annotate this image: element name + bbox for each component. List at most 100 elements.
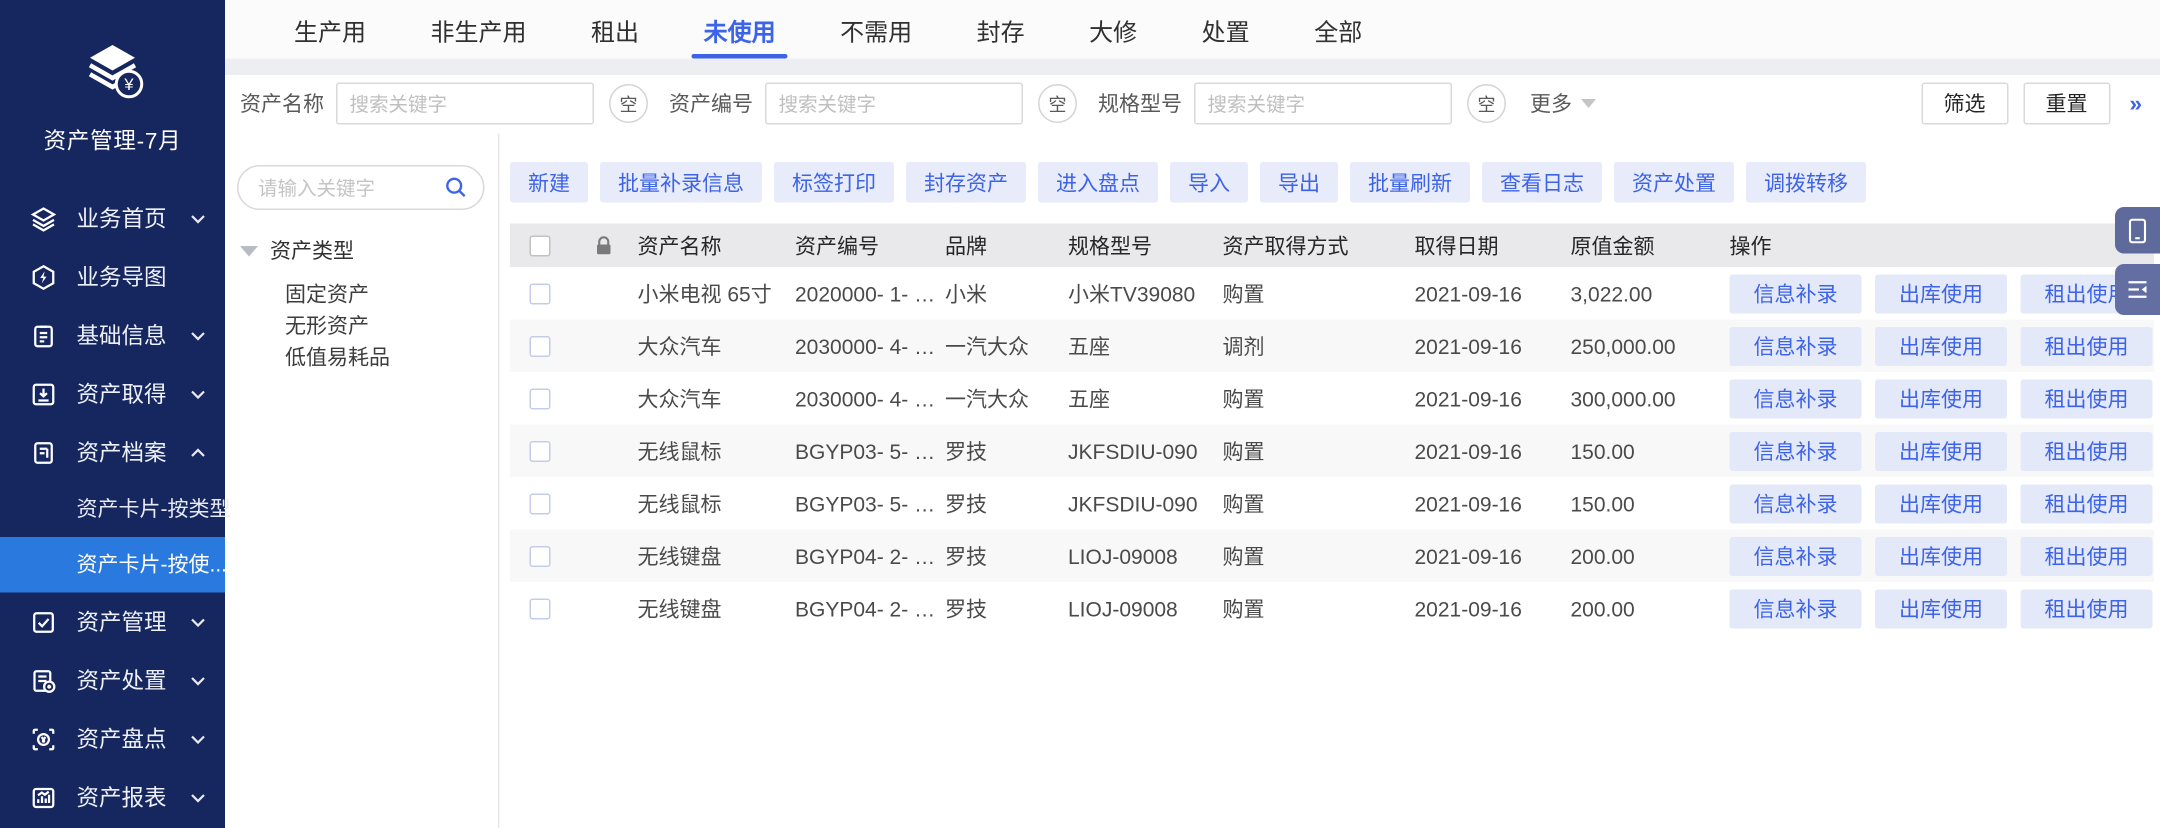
collapse-panel-button[interactable] [2115, 264, 2160, 315]
col-header-code: 资产编号 [795, 230, 945, 260]
chevron-up-icon [189, 443, 207, 461]
tab-item[interactable]: 非生产用 [431, 0, 527, 59]
tab-item[interactable]: 处置 [1202, 0, 1250, 59]
sidebar-item-asset-acquire[interactable]: 资产取得 [0, 365, 225, 424]
filter-button[interactable]: 筛选 [1921, 83, 2008, 125]
tab-item[interactable]: 封存 [977, 0, 1025, 59]
cell-acquire-method: 购置 [1223, 436, 1415, 466]
tree-item[interactable]: 无形资产 [285, 311, 485, 343]
chevron-down-icon [189, 209, 207, 227]
rent-out-use-button[interactable]: 租出使用 [2021, 326, 2153, 365]
reset-button[interactable]: 重置 [2023, 83, 2110, 125]
model-input[interactable] [1194, 83, 1452, 125]
rent-out-use-button[interactable]: 租出使用 [2021, 536, 2153, 575]
empty-toggle-asset-name[interactable]: 空 [609, 84, 648, 123]
cell-asset-code: 2030000- 4- 2… [795, 386, 945, 410]
rent-out-use-button[interactable]: 租出使用 [2021, 379, 2153, 418]
toolbar-button[interactable]: 导入 [1170, 162, 1248, 203]
dispose-icon [30, 667, 57, 694]
divider-strip [225, 60, 2160, 75]
col-header-model: 规格型号 [1068, 230, 1223, 260]
select-all-checkbox[interactable] [530, 235, 551, 256]
sidebar-item-asset-archive[interactable]: 资产档案 [0, 423, 225, 482]
outbound-use-button[interactable]: 出库使用 [1875, 589, 2007, 628]
report-icon [30, 784, 57, 811]
sidebar-subitem-card-by-use[interactable]: 资产卡片-按使... [0, 537, 225, 593]
expand-filters-icon[interactable]: » [2129, 91, 2139, 117]
sidebar-item-asset-report[interactable]: 资产报表 [0, 768, 225, 827]
row-checkbox[interactable] [530, 283, 551, 304]
outbound-use-button[interactable]: 出库使用 [1875, 274, 2007, 313]
table-header: 资产名称 资产编号 品牌 规格型号 资产取得方式 取得日期 原值金额 操作 [510, 224, 2154, 268]
sidebar-item-asset-dispose[interactable]: 资产处置 [0, 651, 225, 710]
toolbar-button[interactable]: 进入盘点 [1038, 162, 1158, 203]
toolbar-button[interactable]: 封存资产 [906, 162, 1026, 203]
cell-brand: 罗技 [945, 436, 1068, 466]
main-area: 生产用非生产用租出未使用不需用封存大修处置全部 资产名称 空 资产编号 空 规格… [225, 0, 2160, 828]
cell-acquire-method: 购置 [1223, 278, 1415, 308]
info-supplement-button[interactable]: 信息补录 [1730, 536, 1862, 575]
tab-item[interactable]: 生产用 [294, 0, 366, 59]
sidebar-item-business-map[interactable]: 业务导图 [0, 248, 225, 307]
cell-brand: 罗技 [945, 593, 1068, 623]
asset-name-input[interactable] [336, 83, 594, 125]
tree-item[interactable]: 固定资产 [285, 279, 485, 311]
row-checkbox[interactable] [530, 335, 551, 356]
outbound-use-button[interactable]: 出库使用 [1875, 431, 2007, 470]
toolbar-button[interactable]: 标签打印 [774, 162, 894, 203]
asset-code-input[interactable] [765, 83, 1023, 125]
logo-icon: ¥ [77, 39, 149, 108]
empty-toggle-asset-code[interactable]: 空 [1038, 84, 1077, 123]
empty-toggle-model[interactable]: 空 [1467, 84, 1506, 123]
sidebar-item-business-home[interactable]: 业务首页 [0, 189, 225, 248]
sidebar-item-basic-info[interactable]: 基础信息 [0, 306, 225, 365]
tab-item[interactable]: 未使用 [704, 0, 776, 59]
cell-asset-name: 大众汽车 [638, 383, 796, 413]
outbound-use-button[interactable]: 出库使用 [1875, 326, 2007, 365]
more-filters-button[interactable]: 更多 [1530, 89, 1596, 119]
info-supplement-button[interactable]: 信息补录 [1730, 274, 1862, 313]
toolbar-button[interactable]: 查看日志 [1482, 162, 1602, 203]
rent-out-use-button[interactable]: 租出使用 [2021, 484, 2153, 523]
row-checkbox[interactable] [530, 388, 551, 409]
tab-item[interactable]: 不需用 [840, 0, 912, 59]
info-supplement-button[interactable]: 信息补录 [1730, 431, 1862, 470]
lock-icon [594, 235, 614, 256]
table-row: 小米电视 65寸 2020000- 1- 2… 小米 小米TV39080 购置 … [510, 267, 2154, 320]
info-supplement-button[interactable]: 信息补录 [1730, 326, 1862, 365]
mobile-view-button[interactable] [2115, 207, 2160, 254]
row-checkbox[interactable] [530, 545, 551, 566]
cell-asset-code: BGYP03- 5- 2… [795, 439, 945, 463]
outbound-use-button[interactable]: 出库使用 [1875, 536, 2007, 575]
toolbar-button[interactable]: 导出 [1260, 162, 1338, 203]
row-checkbox[interactable] [530, 493, 551, 514]
tree-item[interactable]: 低值易耗品 [285, 342, 485, 374]
collapse-panel-icon [2126, 278, 2150, 302]
info-supplement-button[interactable]: 信息补录 [1730, 589, 1862, 628]
tab-item[interactable]: 租出 [591, 0, 639, 59]
cell-brand: 一汽大众 [945, 331, 1068, 361]
col-header-actions: 操作 [1730, 230, 2155, 260]
rent-out-use-button[interactable]: 租出使用 [2021, 431, 2153, 470]
search-icon [444, 176, 468, 200]
rent-out-use-button[interactable]: 租出使用 [2021, 589, 2153, 628]
svg-text:¥: ¥ [123, 76, 134, 94]
toolbar-button[interactable]: 批量刷新 [1350, 162, 1470, 203]
tab-item[interactable]: 大修 [1089, 0, 1137, 59]
toolbar-button[interactable]: 调拨转移 [1746, 162, 1866, 203]
toolbar-button[interactable]: 新建 [510, 162, 588, 203]
row-checkbox[interactable] [530, 440, 551, 461]
info-supplement-button[interactable]: 信息补录 [1730, 484, 1862, 523]
sidebar-item-asset-inventory[interactable]: 资产盘点 [0, 710, 225, 769]
outbound-use-button[interactable]: 出库使用 [1875, 379, 2007, 418]
sidebar-item-asset-manage[interactable]: 资产管理 [0, 593, 225, 652]
toolbar-button[interactable]: 资产处置 [1614, 162, 1734, 203]
cell-original-amount: 250,000.00 [1571, 334, 1730, 358]
outbound-use-button[interactable]: 出库使用 [1875, 484, 2007, 523]
info-supplement-button[interactable]: 信息补录 [1730, 379, 1862, 418]
tree-root-asset-type[interactable]: 资产类型 [237, 236, 485, 266]
tab-item[interactable]: 全部 [1314, 0, 1362, 59]
toolbar-button[interactable]: 批量补录信息 [600, 162, 762, 203]
sidebar-subitem-card-by-type[interactable]: 资产卡片-按类型 [0, 482, 225, 538]
row-checkbox[interactable] [530, 598, 551, 619]
